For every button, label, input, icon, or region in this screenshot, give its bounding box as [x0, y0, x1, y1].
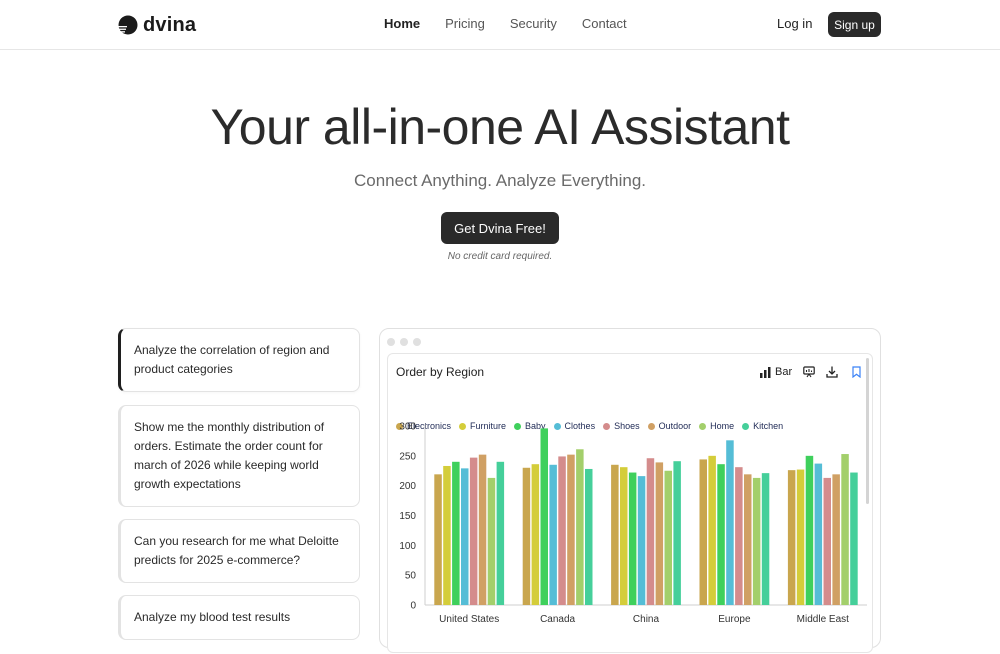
dvina-logo-icon — [118, 15, 138, 35]
bar — [549, 464, 557, 605]
bar — [585, 468, 593, 605]
demo-window: Order by Region Bar Electronics Furnitur… — [379, 328, 881, 653]
bar — [814, 463, 823, 605]
prompt-card-deloitte-research[interactable]: Can you research for me what Deloitte pr… — [118, 519, 360, 583]
x-tick-label: United States — [439, 614, 499, 625]
window-dot — [387, 338, 395, 346]
bar — [699, 459, 707, 605]
bar — [461, 468, 469, 605]
y-tick-label: 300 — [399, 422, 416, 433]
y-tick-label: 50 — [405, 571, 417, 582]
x-tick-label: China — [633, 614, 660, 625]
bar — [823, 477, 831, 605]
bar — [558, 456, 566, 605]
nav-home[interactable]: Home — [384, 16, 420, 32]
no-credit-card-note: No credit card required. — [447, 251, 553, 262]
bar — [752, 477, 761, 605]
bar — [611, 464, 619, 605]
bar — [576, 449, 584, 605]
bar — [664, 470, 672, 605]
bar — [787, 470, 796, 605]
bar — [832, 474, 840, 605]
bar — [708, 455, 716, 605]
brand-logo[interactable]: dvina — [118, 14, 196, 36]
y-tick-label: 150 — [399, 511, 416, 522]
bar — [531, 464, 540, 605]
top-navbar: dvina Home Pricing Security Contact Log … — [0, 0, 1000, 50]
bar — [443, 465, 451, 605]
bar — [487, 477, 496, 605]
bar — [620, 467, 628, 605]
chart-panel: Order by Region Bar Electronics Furnitur… — [387, 353, 873, 653]
bar — [646, 458, 655, 605]
nav-security[interactable]: Security — [510, 16, 557, 32]
bar — [796, 469, 805, 605]
bar — [567, 454, 575, 605]
prompt-card-blood-test[interactable]: Analyze my blood test results — [118, 595, 360, 640]
x-tick-label: Canada — [540, 614, 575, 625]
bar — [478, 454, 487, 605]
bar — [496, 461, 505, 605]
y-tick-label: 100 — [399, 541, 416, 552]
bar — [628, 472, 637, 605]
bar — [540, 428, 548, 605]
signup-button[interactable]: Sign up — [828, 12, 881, 37]
bar — [452, 461, 460, 605]
window-dot — [413, 338, 421, 346]
x-tick-label: Europe — [718, 614, 751, 625]
bar — [735, 467, 743, 605]
get-dvina-free-button[interactable]: Get Dvina Free! — [441, 212, 559, 244]
prompt-card-region-correlation[interactable]: Analyze the correlation of region and pr… — [118, 328, 360, 392]
nav-contact[interactable]: Contact — [582, 16, 627, 32]
brand-name: dvina — [143, 13, 197, 36]
bar — [655, 462, 664, 605]
bar — [761, 473, 770, 605]
window-dot — [400, 338, 408, 346]
bar — [805, 455, 814, 605]
bar-chart: 300 250 200 150 100 50 0 United States Canada Chi… — [399, 422, 867, 625]
bar — [522, 467, 531, 605]
bar — [434, 474, 442, 605]
bar — [726, 440, 734, 605]
prompt-card-monthly-orders[interactable]: Show me the monthly distribution of orde… — [118, 405, 360, 507]
bar — [469, 457, 478, 605]
main-nav: Home Pricing Security Contact — [384, 16, 652, 32]
bar — [717, 464, 725, 605]
hero-title: Your all-in-one AI Assistant — [210, 99, 790, 155]
bar — [850, 472, 858, 605]
bar — [673, 461, 681, 605]
bar — [841, 454, 849, 605]
y-tick-label: 200 — [399, 481, 416, 492]
login-link[interactable]: Log in — [777, 16, 812, 32]
bar — [744, 474, 752, 605]
bar — [637, 476, 646, 605]
nav-pricing[interactable]: Pricing — [445, 16, 485, 32]
y-tick-label: 0 — [410, 601, 416, 612]
x-tick-label: Middle East — [797, 614, 849, 625]
y-tick-label: 250 — [399, 451, 416, 462]
hero-subtitle: Connect Anything. Analyze Everything. — [353, 171, 646, 190]
